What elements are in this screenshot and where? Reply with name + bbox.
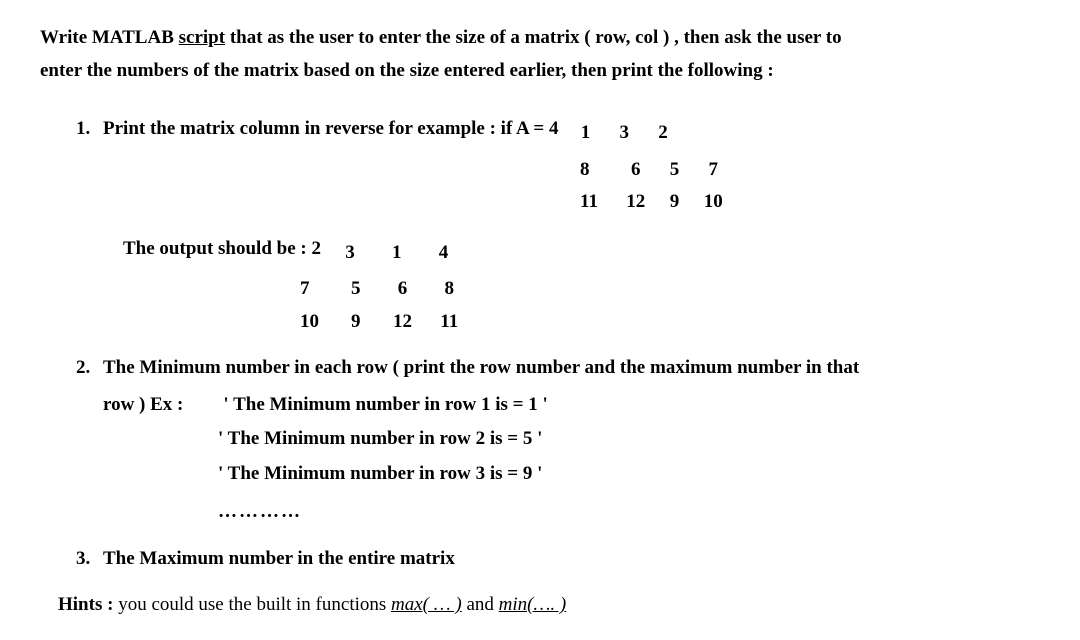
matrix-cell: 1 xyxy=(568,119,602,148)
matrix-cell: 11 xyxy=(580,188,614,217)
item1-text: Print the matrix column in reverse for e… xyxy=(103,115,558,144)
output-label: The output should be : 2 xyxy=(123,235,321,264)
matrix-a: 1 3 2 xyxy=(568,115,680,152)
intro-post: that as the user to enter the size of a … xyxy=(225,27,842,48)
matrix-cell: 4 xyxy=(422,239,464,268)
matrix-cell: 5 xyxy=(335,275,377,304)
item2-text: The Minimum number in each row ( print t… xyxy=(103,357,859,378)
matrix-cell: 6 xyxy=(382,275,424,304)
item2-ex2: ' The Minimum number in row 2 is = 5 ' xyxy=(218,425,1040,454)
hints-mid: and xyxy=(462,594,499,615)
hints-fn1: max( … ) xyxy=(391,594,462,615)
matrix-cell: 3 xyxy=(329,239,371,268)
item2-ex3: ' The Minimum number in row 3 is = 9 ' xyxy=(218,460,1040,489)
matrix-cell: 12 xyxy=(619,188,653,217)
hints-text: you could use the built in functions xyxy=(113,594,391,615)
item3-text: The Maximum number in the entire matrix xyxy=(103,548,455,569)
list-item-3: The Maximum number in the entire matrix xyxy=(95,545,1040,574)
intro-paragraph: Write MATLAB script that as the user to … xyxy=(40,24,1040,85)
matrix-cell: 7 xyxy=(300,275,330,304)
list-item-1: Print the matrix column in reverse for e… xyxy=(95,115,1040,336)
matrix-cell: 2 xyxy=(646,119,680,148)
numbered-list: Print the matrix column in reverse for e… xyxy=(40,115,1040,573)
intro-pre: Write MATLAB xyxy=(40,27,179,48)
matrix-cell: 10 xyxy=(300,308,330,337)
matrix-cell: 8 xyxy=(580,156,614,185)
matrix-cell: 1 xyxy=(376,239,418,268)
matrix-cell: 9 xyxy=(335,308,377,337)
matrix-cell: 3 xyxy=(607,119,641,148)
list-item-2: The Minimum number in each row ( print t… xyxy=(95,354,1040,527)
output-block: The output should be : 2 3 1 4 7 5 6 8 xyxy=(123,235,1040,337)
hints-label: Hints : xyxy=(58,594,113,615)
intro-line-2: enter the numbers of the matrix based on… xyxy=(40,57,1040,86)
matrix-cell: 5 xyxy=(658,156,692,185)
matrix-cell: 8 xyxy=(428,275,470,304)
matrix-cell: 12 xyxy=(382,308,424,337)
item2-row-ex-label: row ) Ex : xyxy=(103,391,183,420)
intro-script-word: script xyxy=(179,27,225,48)
matrix-cell: 9 xyxy=(658,188,692,217)
matrix-cell: 11 xyxy=(428,308,470,337)
hints-line: Hints : you could use the built in funct… xyxy=(58,591,1040,620)
item2-dots: ………… xyxy=(218,498,1040,527)
intro-line-1: Write MATLAB script that as the user to … xyxy=(40,24,1040,53)
item2-ex1: ' The Minimum number in row 1 is = 1 ' xyxy=(223,391,547,420)
matrix-cell: 6 xyxy=(619,156,653,185)
matrix-cell: 7 xyxy=(696,156,730,185)
matrix-cell: 10 xyxy=(696,188,730,217)
matrix-output: 3 1 4 xyxy=(329,235,465,272)
hints-fn2: min(…. ) xyxy=(499,594,567,615)
